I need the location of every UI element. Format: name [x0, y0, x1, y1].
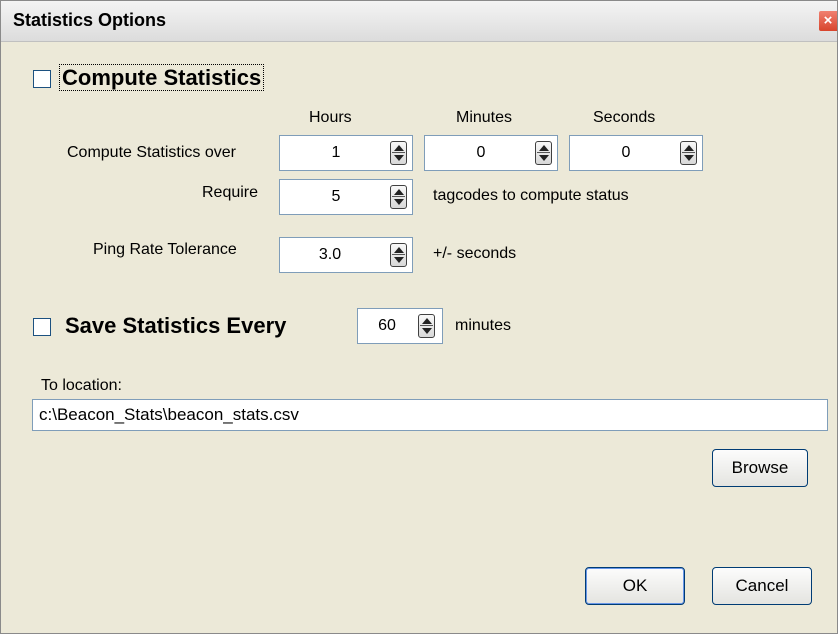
statistics-options-dialog: Statistics Options × Compute Statistics …: [0, 0, 838, 634]
ping-rate-label: Ping Rate Tolerance: [93, 241, 237, 258]
minutes-header: Minutes: [456, 109, 513, 126]
compute-over-label: Compute Statistics over: [67, 144, 236, 161]
location-path-input[interactable]: c:\Beacon_Stats\beacon_stats.csv: [32, 399, 828, 431]
spin-arrows-icon[interactable]: [680, 141, 697, 165]
ping-rate-value[interactable]: 3.0: [280, 238, 380, 272]
location-label: To location:: [41, 377, 122, 394]
hours-header: Hours: [309, 109, 352, 126]
browse-button[interactable]: Browse: [712, 449, 808, 487]
hours-value[interactable]: 1: [280, 136, 392, 170]
hours-spinner[interactable]: 1: [279, 135, 413, 171]
save-interval-value[interactable]: 60: [358, 309, 416, 343]
seconds-spinner[interactable]: 0: [569, 135, 703, 171]
close-icon: ×: [823, 12, 833, 29]
ok-button[interactable]: OK: [585, 567, 685, 605]
save-interval-suffix: minutes: [455, 317, 512, 334]
require-value[interactable]: 5: [280, 180, 392, 214]
window-title: Statistics Options: [13, 10, 167, 30]
spin-arrows-icon[interactable]: [390, 185, 407, 209]
spin-arrows-icon[interactable]: [390, 243, 407, 267]
require-label: Require: [202, 184, 259, 201]
seconds-header: Seconds: [593, 109, 656, 126]
title-bar[interactable]: Statistics Options ×: [1, 1, 837, 42]
save-statistics-checkbox[interactable]: [33, 318, 51, 336]
spin-arrows-icon[interactable]: [390, 141, 407, 165]
require-spinner[interactable]: 5: [279, 179, 413, 215]
spin-arrows-icon[interactable]: [418, 314, 435, 338]
ping-rate-spinner[interactable]: 3.0: [279, 237, 413, 273]
seconds-value[interactable]: 0: [570, 136, 682, 170]
require-suffix: tagcodes to compute status: [433, 187, 629, 204]
minutes-spinner[interactable]: 0: [424, 135, 558, 171]
close-button[interactable]: ×: [819, 11, 837, 31]
minutes-value[interactable]: 0: [425, 136, 537, 170]
spin-arrows-icon[interactable]: [535, 141, 552, 165]
cancel-button[interactable]: Cancel: [712, 567, 812, 605]
ping-rate-suffix: +/- seconds: [433, 245, 517, 262]
save-statistics-label[interactable]: Save Statistics Every: [65, 313, 286, 339]
save-interval-spinner[interactable]: 60: [357, 308, 443, 344]
compute-statistics-checkbox[interactable]: [33, 70, 51, 88]
compute-statistics-label[interactable]: Compute Statistics: [59, 64, 265, 91]
